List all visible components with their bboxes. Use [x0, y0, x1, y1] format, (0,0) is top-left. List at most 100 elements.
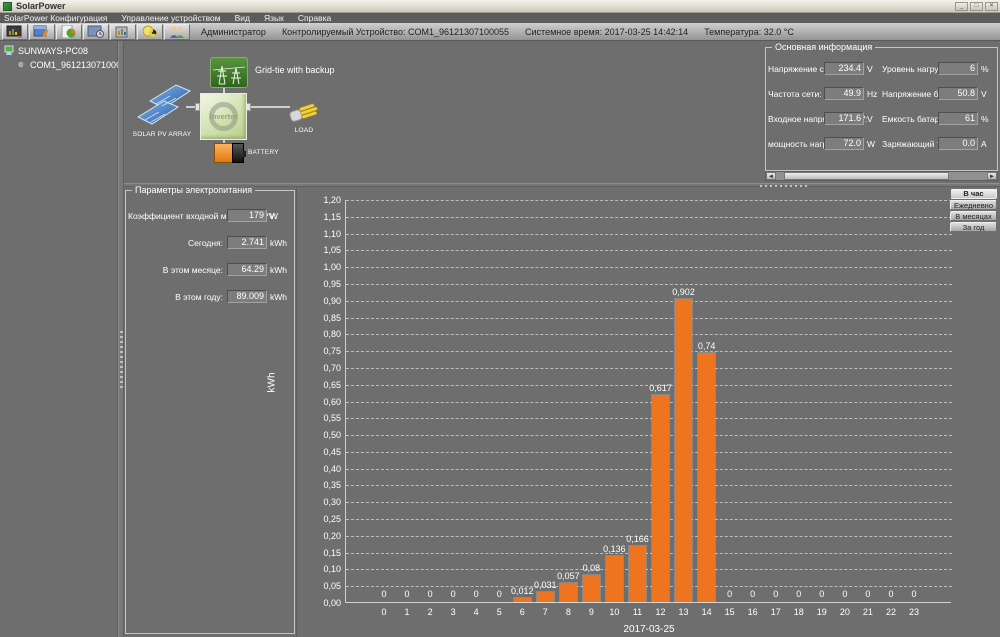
gridline	[346, 217, 952, 218]
battery-voltage-value: 50.8	[938, 87, 978, 100]
chart-bar	[514, 598, 531, 602]
x-tick-label: 6	[510, 607, 534, 617]
battery-capacity-field: Емкость батареи:61%	[882, 112, 994, 125]
y-tick-label: 0,30	[301, 497, 341, 507]
report-pie-icon	[60, 25, 78, 38]
y-tick-label: 0,05	[301, 581, 341, 591]
chart-bar	[537, 592, 554, 602]
energy-month-label: В этом месяце:	[128, 265, 223, 275]
users-icon	[168, 25, 186, 38]
device-tree: SUNWAYS-PC08COM1_96121307100055	[0, 41, 118, 637]
x-tick-label: 2	[418, 607, 442, 617]
load-icon	[288, 100, 320, 126]
alarm-toolbar-button[interactable]	[137, 24, 163, 40]
grid-frequency-label: Частота сети:	[768, 89, 820, 99]
device-icon	[16, 59, 27, 72]
line-inverter-load	[245, 106, 290, 108]
grid-frequency-field: Частота сети:49.9Hz	[768, 87, 880, 100]
pv-input-power-label: Коэффициент входной мощности PV:	[128, 211, 223, 221]
menu-item-1[interactable]: Управление устройством	[121, 13, 220, 23]
view-period-buttons: В часЕжедневноВ месяцахЗа год	[950, 188, 997, 232]
pv-input-voltage-field: Входное напряжение PV:171.6V	[768, 112, 880, 125]
status-segment-3: Температура: 32.0 °C	[704, 27, 794, 37]
close-button[interactable]: ✕	[985, 2, 998, 11]
x-tick-label: 4	[464, 607, 488, 617]
menu-bar: SolarPower Конфигурация Управление устрой…	[0, 13, 1000, 23]
charging-current-value: 0.0	[938, 137, 978, 150]
chart-bar	[606, 556, 623, 602]
bar-value-label: 0,166	[619, 534, 655, 544]
load-power-field: мощность нагрузки:72.0W	[768, 137, 880, 150]
gridline	[346, 200, 952, 201]
x-tick-label: 18	[787, 607, 811, 617]
minimize-button[interactable]: _	[955, 2, 968, 11]
view-button-yearly[interactable]: За год	[950, 222, 997, 232]
scroll-right-arrow[interactable]: ►	[987, 172, 997, 180]
gridline	[346, 519, 952, 520]
energy-year-value: 89.009	[227, 290, 267, 303]
energy-month-value: 64.29	[227, 263, 267, 276]
x-tick-label: 7	[533, 607, 557, 617]
menu-item-0[interactable]: SolarPower Конфигурация	[4, 13, 107, 23]
view-button-monthly[interactable]: В месяцах	[950, 211, 997, 221]
grid-icon	[210, 57, 248, 88]
monitor-chart-toolbar-button[interactable]	[2, 24, 28, 40]
users-toolbar-button[interactable]	[164, 24, 190, 40]
view-button-hourly[interactable]: В час	[950, 188, 997, 199]
energy-today-unit: kWh	[270, 238, 287, 248]
pv-input-voltage-value: 171.6	[824, 112, 864, 125]
snapshot-toolbar-button[interactable]	[83, 24, 109, 40]
pv-input-voltage-label: Входное напряжение PV:	[768, 114, 820, 124]
solar-pv-array-label: SOLAR PV ARRAY	[126, 131, 198, 138]
gridline	[346, 284, 952, 285]
basic-info-panel: Основная информация Напряжение сети:234.…	[763, 41, 1000, 183]
bar-value-label: 0,902	[666, 287, 702, 297]
maximize-button[interactable]: □	[970, 2, 983, 11]
load-power-value: 72.0	[824, 137, 864, 150]
y-tick-label: 0,80	[301, 329, 341, 339]
tree-item-device[interactable]: COM1_96121307100055	[0, 58, 117, 72]
status-segment-1: Контролируемый Устройство: COM1_96121307…	[282, 27, 509, 37]
view-button-daily[interactable]: Ежедневно	[950, 200, 997, 210]
x-tick-label: 20	[833, 607, 857, 617]
gridline	[346, 452, 952, 453]
report-pie-toolbar-button[interactable]	[56, 24, 82, 40]
gridline	[346, 553, 952, 554]
x-tick-label: 1	[395, 607, 419, 617]
data-log-toolbar-button[interactable]	[110, 24, 136, 40]
bar-value-label: 0,136	[596, 544, 632, 554]
y-tick-label: 0,55	[301, 413, 341, 423]
y-tick-label: 0,35	[301, 480, 341, 490]
x-tick-label: 17	[764, 607, 788, 617]
x-tick-label: 19	[810, 607, 834, 617]
inverter-label: Inverter	[210, 112, 238, 121]
tree-item-host[interactable]: SUNWAYS-PC08	[0, 44, 117, 58]
scroll-left-arrow[interactable]: ◄	[766, 172, 776, 180]
menu-item-2[interactable]: Вид	[235, 13, 250, 23]
menu-item-4[interactable]: Справка	[298, 13, 331, 23]
toolbar: Администратор Контролируемый Устройство: …	[0, 23, 1000, 41]
bar-value-label: 0,74	[689, 341, 725, 351]
bar-value-label: 0,617	[643, 383, 679, 393]
info-panel-scrollbar[interactable]: ◄ ►	[765, 171, 998, 181]
status-segment-0: Администратор	[201, 27, 266, 37]
battery-capacity-unit: %	[981, 114, 989, 124]
y-tick-label: 0,90	[301, 296, 341, 306]
y-tick-label: 0,20	[301, 531, 341, 541]
gridline	[346, 234, 952, 235]
x-tick-label: 14	[695, 607, 719, 617]
energy-flow-diagram: Grid-tie with backup Inverter SOLAR PV A…	[124, 41, 763, 183]
load-power-unit: W	[867, 139, 875, 149]
menu-item-3[interactable]: Язык	[264, 13, 284, 23]
load-level-field: Уровень нагрузки:6%	[882, 62, 994, 75]
gridline	[346, 368, 952, 369]
device-settings-toolbar-button[interactable]	[29, 24, 55, 40]
chart-plot-area: 2017-03-25 0,000,050,100,150,200,250,300…	[345, 200, 951, 603]
gridline	[346, 267, 952, 268]
pv-input-power-value: 179	[227, 209, 267, 222]
scrollbar-thumb[interactable]	[784, 172, 949, 180]
chart-bar	[629, 546, 646, 602]
y-tick-label: 0,60	[301, 397, 341, 407]
x-tick-label: 0	[372, 607, 396, 617]
y-tick-label: 0,00	[301, 598, 341, 608]
